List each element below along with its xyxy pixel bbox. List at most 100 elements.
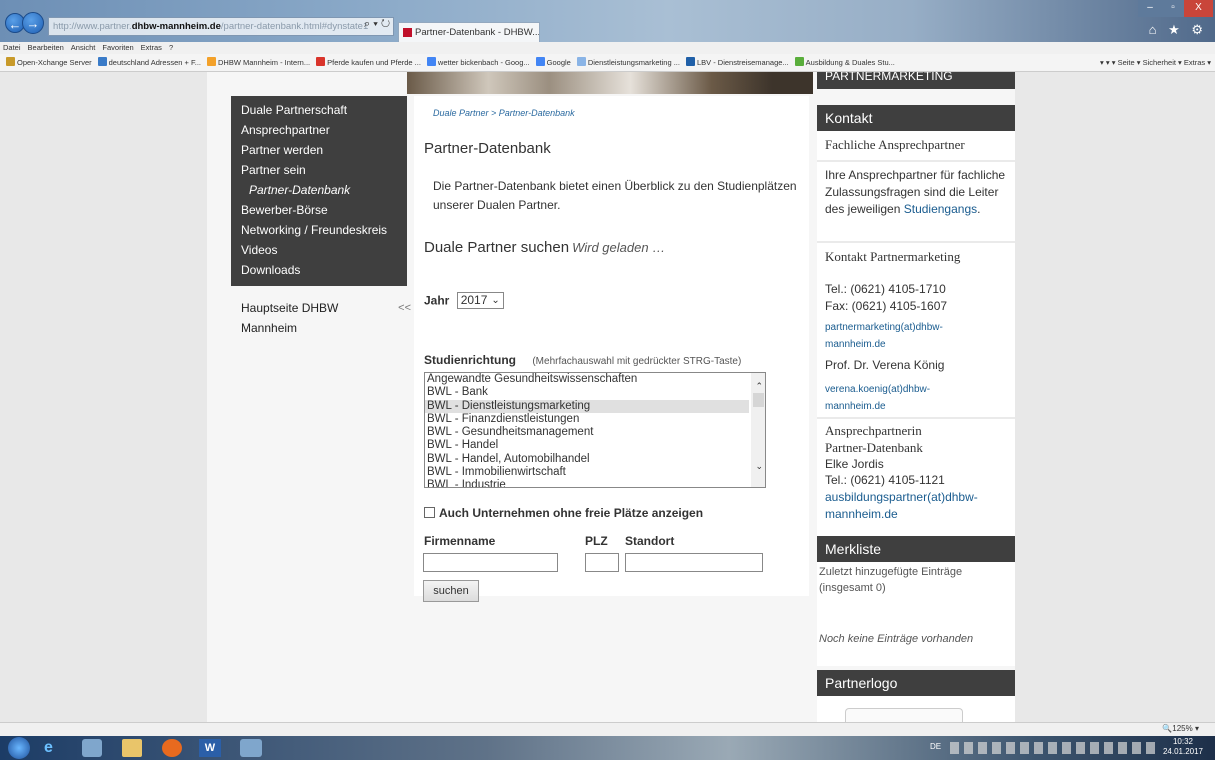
nav-item[interactable]: Bewerber-Börse (231, 200, 407, 220)
studiengang-link[interactable]: Studiengangs (904, 202, 977, 216)
partnermarketing-header: PARTNERMARKETING (817, 72, 1015, 89)
favorite-label: Pferde kaufen und Pferde ... (327, 58, 421, 67)
pm-email-line1[interactable]: partnermarketing(at)dhbw- (825, 319, 943, 336)
favbar-commands[interactable]: ▾ ▾ ▾ Seite ▾ Sicherheit ▾ Extras ▾ (1100, 54, 1211, 71)
favorite-link[interactable]: deutschland Adressen + F... (97, 54, 201, 71)
scroll-up-icon[interactable]: ⌃ (755, 381, 763, 392)
hauptseite-link[interactable]: Hauptseite DHBW Mannheim << (241, 298, 411, 338)
nav-item[interactable]: Videos (231, 240, 407, 260)
prof-email-line2[interactable]: mannheim.de (825, 398, 886, 415)
favorite-link[interactable]: Dienstleistungsmarketing ... (576, 54, 680, 71)
studienrichtung-listbox[interactable]: Angewandte Gesundheitswissenschaften BWL … (424, 372, 766, 488)
auch-unternehmen-label: Auch Unternehmen ohne freie Plätze anzei… (439, 506, 704, 520)
studienrichtung-option[interactable]: BWL - Industrie (425, 479, 749, 487)
favorite-link[interactable]: Pferde kaufen und Pferde ... (316, 54, 421, 71)
auch-unternehmen-row[interactable]: Auch Unternehmen ohne freie Plätze anzei… (424, 506, 703, 520)
remote2-taskbar-icon[interactable] (240, 739, 262, 757)
listbox-scrollbar[interactable]: ⌃ ⌄ (751, 373, 765, 487)
tray-icons[interactable] (950, 742, 1160, 754)
page-title: Partner-Datenbank (424, 140, 551, 157)
address-search-refresh-icons[interactable]: ⌕ ▾ ↻ (364, 18, 390, 31)
plz-input[interactable] (585, 553, 619, 572)
favorite-link[interactable]: Google (535, 54, 571, 71)
firefox-taskbar-icon[interactable] (162, 739, 182, 757)
studienrichtung-option[interactable]: BWL - Finanzdienstleistungen (425, 413, 749, 426)
kontakt-partnermarketing-heading: Kontakt Partnermarketing (825, 249, 961, 264)
studienrichtung-option[interactable]: BWL - Handel, Automobilhandel (425, 453, 749, 466)
favorite-label: DHBW Mannheim - Intern... (218, 58, 311, 67)
jahr-select[interactable]: 2017 ⌄ (456, 292, 504, 309)
page-container: Duale Partnerschaft Ansprechpartner Partne… (207, 72, 1015, 722)
scroll-down-icon[interactable]: ⌄ (755, 461, 763, 472)
nav-item[interactable]: Downloads (231, 260, 407, 280)
clock[interactable]: 10:32 24.01.2017 (1163, 737, 1203, 757)
remote-taskbar-icon[interactable] (82, 739, 102, 757)
studienrichtung-option[interactable]: BWL - Gesundheitsmanagement (425, 426, 749, 439)
explorer-taskbar-icon[interactable] (122, 739, 142, 757)
favorite-link[interactable]: Open-Xchange Server (6, 54, 92, 71)
breadcrumb[interactable]: Duale Partner > Partner-Datenbank (433, 108, 575, 118)
auch-unternehmen-checkbox[interactable] (424, 507, 435, 518)
studienrichtung-option[interactable]: BWL - Dienstleistungsmarketing (425, 399, 749, 413)
menu-item[interactable]: Ansicht (71, 43, 96, 52)
favorite-label: Open-Xchange Server (17, 58, 92, 67)
menu-item[interactable]: Bearbeiten (28, 43, 64, 52)
merkliste-heading: Merkliste (817, 536, 1015, 562)
collapse-arrow-icon[interactable]: << (398, 298, 411, 318)
menu-item[interactable]: Favoriten (102, 43, 133, 52)
home-favorites-settings-icons[interactable]: ⌂ ★ ⚙ (1149, 22, 1207, 38)
address-bar[interactable]: http://www.partner.dhbw-mannheim.de/part… (48, 17, 394, 36)
studienrichtung-option[interactable]: Angewandte Gesundheitswissenschaften (425, 373, 749, 386)
browser-tab[interactable]: Partner-Datenbank - DHBW... × (398, 22, 540, 42)
favorite-link[interactable]: LBV - Dienstreisemanage... (685, 54, 789, 71)
intro-text: Die Partner-Datenbank bietet einen Überb… (433, 179, 797, 212)
word-taskbar-icon[interactable]: W (199, 739, 221, 757)
nav-item[interactable]: Networking / Freundeskreis (231, 220, 407, 240)
studienrichtung-option[interactable]: BWL - Handel (425, 439, 749, 452)
nav-item[interactable]: Duale Partnerschaft (231, 100, 407, 120)
suchen-button[interactable]: suchen (423, 580, 479, 602)
studienrichtung-option[interactable]: BWL - Bank (425, 386, 749, 399)
close-button[interactable]: X (1184, 0, 1213, 17)
nav-item[interactable]: Partner sein (231, 160, 407, 180)
menu-item[interactable]: Datei (3, 43, 21, 52)
nav-item[interactable]: Partner werden (231, 140, 407, 160)
studienrichtung-hint: (Mehrfachauswahl mit gedrückter STRG-Tas… (532, 356, 742, 367)
favorite-icon (97, 57, 107, 66)
pm-email-line2[interactable]: mannheim.de (825, 336, 886, 353)
merkliste-empty: Noch keine Einträge vorhanden (819, 633, 974, 645)
favorite-label: Dienstleistungsmarketing ... (587, 58, 680, 67)
menu-bar: Datei Bearbeiten Ansicht Favoriten Extras? (0, 42, 1215, 54)
forward-button[interactable]: → (22, 12, 44, 34)
nav-item[interactable]: Partner-Datenbank (231, 180, 407, 200)
favorite-link[interactable]: DHBW Mannheim - Intern... (207, 54, 311, 71)
minimize-button[interactable]: ‒ (1138, 0, 1162, 17)
maximize-button[interactable]: ▫ (1162, 0, 1184, 17)
favorite-label: LBV - Dienstreisemanage... (696, 58, 789, 67)
favorites-bar: Open-Xchange Server deutschland Adressen … (0, 54, 1215, 72)
standort-input[interactable] (625, 553, 763, 572)
favorite-icon (535, 57, 545, 66)
scroll-thumb[interactable] (753, 393, 764, 407)
zoom-level[interactable]: 🔍125% ▾ (1162, 724, 1199, 733)
nav-item[interactable]: Ansprechpartner (231, 120, 407, 140)
prof-email-line1[interactable]: verena.koenig(at)dhbw- (825, 381, 930, 398)
ie-taskbar-icon[interactable]: e (44, 739, 66, 757)
menu-item[interactable]: Extras (141, 43, 162, 52)
header-image (407, 72, 813, 94)
start-button[interactable] (8, 737, 30, 759)
partnerlogo-heading: Partnerlogo (817, 670, 1015, 696)
favorite-link[interactable]: Ausbildung & Duales Stu... (794, 54, 895, 71)
ansprech-email-line2[interactable]: mannheim.de (825, 506, 898, 523)
studienrichtung-option[interactable]: BWL - Immobilienwirtschaft (425, 466, 749, 479)
favorite-link[interactable]: wetter bickenbach - Goog... (426, 54, 530, 71)
menu-item[interactable]: ? (169, 43, 173, 52)
main-content: Duale Partner > Partner-Datenbank Partne… (414, 96, 809, 602)
favorite-icon (576, 57, 586, 66)
studien-row: Studienrichtung (Mehrfachauswahl mit ged… (424, 353, 741, 367)
firmenname-input[interactable] (423, 553, 558, 572)
page-viewport: Duale Partnerschaft Ansprechpartner Partne… (0, 72, 1215, 722)
language-indicator[interactable]: DE (930, 742, 941, 751)
ansprech-email-line1[interactable]: ausbildungspartner(at)dhbw- (825, 489, 978, 506)
partnerlogo-box: Partnerlogo (817, 670, 1015, 722)
